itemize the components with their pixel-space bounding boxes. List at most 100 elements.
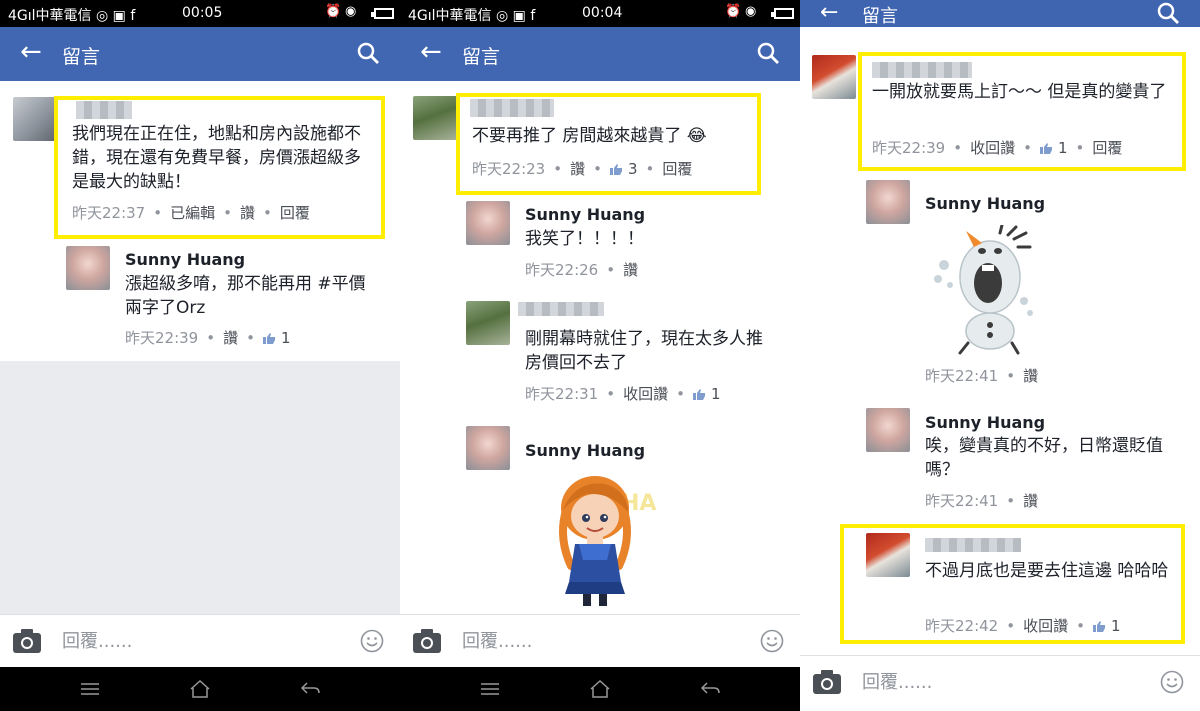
comment-meta: 昨天22:41 • 讚 [925,367,1039,385]
blurred-author-name [925,538,1021,552]
search-icon[interactable] [756,41,780,65]
page-title: 留言 [462,46,501,68]
carrier-label: 4Gıl中華電信 ◎ ▣ f [8,8,136,24]
avatar[interactable] [866,408,910,452]
reply-bar [800,655,1200,711]
comment-meta: 昨天22:39 • 收回讚 • 1 • 回覆 [872,139,1123,157]
avatar[interactable] [812,55,856,99]
like-link[interactable]: 讚 [1023,367,1038,385]
camera-icon[interactable] [412,628,442,654]
android-nav-bar [400,667,800,711]
camera-icon[interactable] [812,669,842,695]
menu-icon[interactable] [478,679,502,699]
status-clock: 00:05 [182,5,223,21]
avatar[interactable] [13,97,57,141]
like-count: 1 [710,385,721,403]
comment-author[interactable]: Sunny Huang [925,194,1045,213]
battery-icon [371,8,394,19]
back-icon[interactable] [698,679,722,699]
smiley-icon[interactable] [360,629,384,653]
blurred-author-name [518,302,604,316]
camera-icon[interactable] [12,628,42,654]
comment-meta: 昨天22:31 • 收回讚 • 1 [525,385,721,403]
eye-icon: ◉ [745,4,757,19]
comment-time: 昨天22:39 [125,329,199,347]
avatar[interactable] [466,426,510,470]
avatar[interactable] [466,201,510,245]
comment-meta: 昨天22:42 • 收回讚 • 1 [925,617,1121,635]
anna-sticker: HA [559,476,656,606]
like-link[interactable]: 讚 [570,160,585,178]
reply-input[interactable] [62,628,342,654]
home-icon[interactable] [588,679,612,699]
blurred-author-name [76,101,132,119]
like-link[interactable]: 讚 [623,261,638,279]
reply-bar [0,614,400,667]
reply-input[interactable] [462,628,742,654]
like-thumb-icon [262,333,275,344]
menu-icon[interactable] [78,679,102,699]
reply-link[interactable]: 回覆 [1092,139,1122,157]
like-link[interactable]: 讚 [240,204,255,222]
reply-link[interactable]: 回覆 [280,204,310,222]
page-title: 留言 [62,46,101,68]
like-thumb-icon [1039,143,1052,154]
avatar[interactable] [866,180,910,224]
comment-time: 昨天22:42 [925,617,999,635]
battery-icon [771,8,794,19]
like-link[interactable]: 讚 [223,329,238,347]
comment-text: 不過月底也是要去住這邊 哈哈哈 [925,561,1169,581]
avatar[interactable] [466,301,510,345]
app-header: ← 留言 [800,0,1200,27]
like-count: 3 [627,160,638,178]
comment-time: 昨天22:39 [872,139,946,157]
like-thumb-icon [609,164,622,175]
search-icon[interactable] [1156,1,1180,25]
like-thumb-icon [1092,621,1105,632]
comment-text: 不要再推了 房間越來越貴了 😂 [472,126,707,146]
comment-meta: 昨天22:37 • 已編輯 • 讚 • 回覆 [72,204,310,222]
android-nav-bar [0,667,400,711]
blurred-author-name [872,62,972,78]
like-count: 1 [1110,617,1121,635]
smiley-icon[interactable] [760,629,784,653]
status-bar: 4Gıl中華電信 ◎ ▣ f 00:04 ⏰ ◉ [400,0,800,27]
like-link[interactable]: 讚 [1023,492,1038,510]
comment-author[interactable]: Sunny Huang [525,205,645,224]
unlike-link[interactable]: 收回讚 [970,139,1015,157]
comment-text: 唉，變貴真的不好，日幣還貶值嗎？ [925,436,1163,480]
reply-input[interactable] [862,669,1142,695]
smiley-icon[interactable] [1160,670,1184,694]
back-arrow-icon[interactable]: ← [20,39,42,65]
avatar[interactable] [66,246,110,290]
back-icon[interactable] [298,679,322,699]
comment-time: 昨天22:26 [525,261,599,279]
comment-author[interactable]: Sunny Huang [925,413,1045,432]
unlike-link[interactable]: 收回讚 [623,385,668,403]
unlike-link[interactable]: 收回讚 [1023,617,1068,635]
like-count: 1 [280,329,291,347]
status-bar: 4Gıl中華電信 ◎ ▣ f 00:05 ⏰ ◉ [0,0,400,27]
reply-link[interactable]: 回覆 [662,160,692,178]
screenshot-panel-3: ← 留言 一開放就要馬上訂～～ 但是真的變貴了 昨天22:39 • 收回讚 • 1 • 回覆… [800,0,1200,711]
avatar[interactable] [413,96,457,140]
blurred-author-name [470,99,554,117]
avatar[interactable] [866,533,910,577]
search-icon[interactable] [356,41,380,65]
comment-meta: 昨天22:26 • 讚 [525,261,639,279]
app-header: ← 留言 [0,27,400,81]
comment-text: 我們現在正在住，地點和房內設施都不錯，現在還有免費早餐，房價漲超級多是最大的缺點… [72,124,361,192]
eye-icon: ◉ [345,4,357,19]
back-arrow-icon[interactable]: ← [420,39,442,65]
like-thumb-icon [692,389,705,400]
screenshot-panel-1: 4Gıl中華電信 ◎ ▣ f 00:05 ⏰ ◉ ← 留言 我們現在正在住，地點… [0,0,400,711]
status-clock: 00:04 [582,5,623,21]
like-count: 1 [1057,139,1068,157]
comment-author[interactable]: Sunny Huang [125,250,245,269]
home-icon[interactable] [188,679,212,699]
comment-time: 昨天22:23 [472,160,546,178]
comment-author[interactable]: Sunny Huang [525,441,645,460]
comment-meta: 昨天22:41 • 讚 [925,492,1039,510]
back-arrow-icon[interactable]: ← [820,2,838,24]
comment-text: 漲超級多唷，那不能再用 #平價 兩字了Orz [125,274,366,318]
